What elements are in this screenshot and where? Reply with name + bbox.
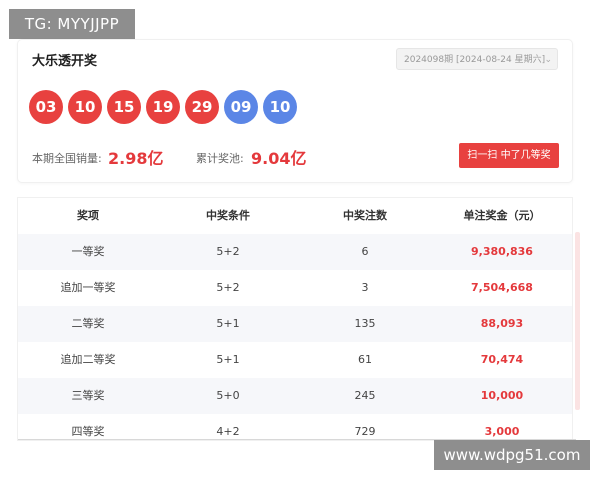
prize-condition: 5+2 (216, 281, 240, 294)
prize-name: 三等奖 (71, 389, 105, 402)
prize-count: 61 (358, 353, 372, 366)
prize-name: 追加一等奖 (60, 281, 116, 294)
table-row: 二等奖 5+1 135 88,093 (18, 306, 572, 342)
header-count: 中奖注数 (343, 209, 387, 222)
table-row: 四等奖 4+2 729 3,000 (18, 414, 572, 440)
chevron-down-icon: ⌄ (544, 55, 552, 65)
prize-amount: 9,380,836 (471, 245, 533, 258)
prize-condition: 5+0 (216, 389, 240, 402)
table-row: 一等奖 5+2 6 9,380,836 (18, 234, 572, 270)
prize-condition: 5+2 (216, 245, 240, 258)
prize-condition: 4+2 (216, 425, 240, 438)
prize-name: 四等奖 (71, 425, 105, 438)
tg-watermark-label: TG: MYYJJPP (9, 9, 135, 39)
red-ball: 19 (146, 90, 180, 124)
red-ball: 03 (29, 90, 63, 124)
prize-amount: 3,000 (484, 425, 520, 438)
issue-select[interactable]: 2024098期 [2024-08-24 星期六] ⌄ (396, 48, 558, 70)
table-row: 追加二等奖 5+1 61 70,474 (18, 342, 572, 378)
prize-name: 二等奖 (71, 317, 105, 330)
issue-select-value: 2024098期 [2024-08-24 星期六] (404, 55, 546, 65)
scan-prize-button[interactable]: 扫一扫 中了几等奖 (459, 143, 559, 168)
prize-count: 6 (361, 245, 369, 258)
prize-amount: 7,504,668 (471, 281, 533, 294)
header-condition: 中奖条件 (206, 209, 250, 222)
prize-amount: 10,000 (480, 389, 524, 402)
prize-count: 3 (361, 281, 369, 294)
prize-amount: 88,093 (480, 317, 524, 330)
prize-count: 245 (354, 389, 376, 402)
prize-table: 奖项 中奖条件 中奖注数 单注奖金（元） 一等奖 5+2 6 9,380,836… (18, 198, 572, 440)
prize-name: 一等奖 (71, 245, 105, 258)
prize-amount: 70,474 (480, 353, 524, 366)
pool-label: 累计奖池: (196, 152, 244, 165)
sales-value: 2.98亿 (108, 149, 164, 168)
table-row: 追加一等奖 5+2 3 7,504,668 (18, 270, 572, 306)
red-ball: 10 (68, 90, 102, 124)
sales-label: 本期全国销量: (32, 152, 102, 165)
prize-name: 追加二等奖 (60, 353, 116, 366)
prize-condition: 5+1 (216, 353, 240, 366)
prize-count: 135 (354, 317, 376, 330)
game-title: 大乐透开奖 (32, 54, 98, 69)
draw-result-card: 大乐透开奖 2024098期 [2024-08-24 星期六] ⌄ 03 10 … (18, 40, 572, 182)
prize-count: 729 (354, 425, 376, 438)
pool-value: 9.04亿 (251, 149, 307, 168)
blue-ball: 10 (263, 90, 297, 124)
prize-condition: 5+1 (216, 317, 240, 330)
red-ball: 15 (107, 90, 141, 124)
scrollbar-edge (575, 232, 580, 410)
table-row: 三等奖 5+0 245 10,000 (18, 378, 572, 414)
site-watermark-label: www.wdpg51.com (434, 440, 590, 470)
blue-ball: 09 (224, 90, 258, 124)
header-amount: 单注奖金（元） (463, 209, 541, 222)
table-header-row: 奖项 中奖条件 中奖注数 单注奖金（元） (18, 198, 572, 234)
red-ball: 29 (185, 90, 219, 124)
header-prize: 奖项 (77, 209, 99, 222)
